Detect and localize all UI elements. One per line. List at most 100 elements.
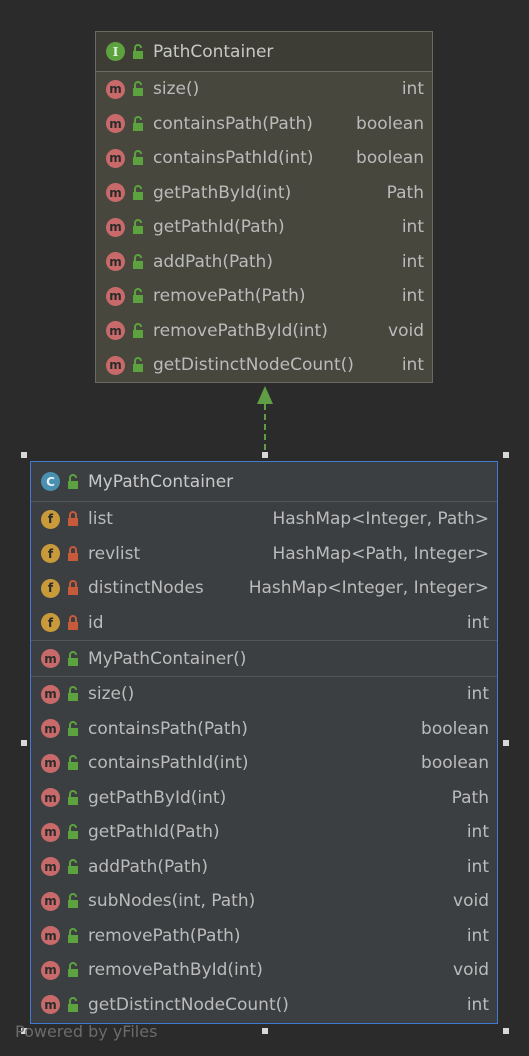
method-row[interactable]: m getPathById(int) Path	[96, 176, 432, 211]
return-type: boolean	[421, 753, 489, 774]
method-name: size()	[153, 79, 200, 100]
method-name: containsPath(Path)	[153, 113, 313, 134]
field-row[interactable]: f revlist HashMap<Path, Integer>	[31, 537, 497, 572]
method-name: containsPath(Path)	[88, 718, 248, 739]
method-row[interactable]: m containsPathId(int) boolean	[31, 746, 497, 781]
interface-header: I PathContainer	[96, 32, 432, 72]
method-icon: m	[106, 355, 125, 375]
resize-handle-top-right[interactable]	[503, 452, 509, 458]
return-type: Path	[386, 182, 424, 203]
resize-handle-bottom[interactable]	[262, 1028, 268, 1034]
method-row[interactable]: m getPathId(Path) int	[31, 815, 497, 850]
field-icon: f	[41, 613, 60, 633]
interface-icon: I	[106, 42, 125, 61]
method-icon: m	[41, 995, 60, 1015]
method-name: getPathId(Path)	[88, 822, 220, 843]
unlock-icon	[68, 686, 78, 702]
field-row[interactable]: f id int	[31, 606, 497, 641]
method-name: getDistinctNodeCount()	[88, 994, 289, 1015]
return-type: void	[388, 320, 424, 341]
method-icon: m	[106, 286, 125, 306]
resize-handle-right[interactable]	[503, 740, 509, 746]
return-type: int	[401, 79, 424, 100]
resize-handle-left[interactable]	[21, 740, 27, 746]
unlock-icon	[68, 473, 78, 489]
method-row[interactable]: m getPathById(int) Path	[31, 781, 497, 816]
interface-method-list: m size() int m containsPath(Path) boolean m con…	[96, 72, 432, 383]
method-row[interactable]: m size() int	[31, 677, 497, 712]
method-icon: m	[41, 857, 60, 877]
method-name: removePath(Path)	[153, 286, 306, 307]
return-type: boolean	[421, 718, 489, 739]
lock-icon	[68, 614, 78, 630]
field-type: HashMap<Integer, Path>	[272, 509, 489, 530]
interface-node-pathcontainer[interactable]: I PathContainer m size() int m containsPath(…	[95, 31, 433, 383]
method-icon: m	[41, 684, 60, 704]
class-icon: C	[41, 472, 60, 491]
method-icon: m	[106, 114, 125, 134]
field-row[interactable]: f list HashMap<Integer, Path>	[31, 502, 497, 537]
method-row[interactable]: m containsPath(Path) boolean	[96, 107, 432, 142]
method-row[interactable]: m subNodes(int, Path) void	[31, 884, 497, 919]
resize-handle-top[interactable]	[262, 452, 268, 458]
field-icon: f	[41, 509, 60, 529]
unlock-icon	[133, 43, 143, 59]
field-type: HashMap<Path, Integer>	[272, 543, 489, 564]
field-row[interactable]: f distinctNodes HashMap<Integer, Integer>	[31, 571, 497, 606]
method-icon: m	[41, 926, 60, 946]
return-type: boolean	[356, 113, 424, 134]
method-row[interactable]: m containsPathId(int) boolean	[96, 141, 432, 176]
lock-icon	[68, 545, 78, 561]
return-type: Path	[451, 787, 489, 808]
method-icon: m	[106, 183, 125, 203]
return-type: int	[466, 925, 489, 946]
return-type: int	[401, 355, 424, 376]
unlock-icon	[133, 288, 143, 304]
method-row[interactable]: m removePathById(int) void	[31, 953, 497, 988]
return-type: void	[453, 960, 489, 981]
method-row[interactable]: m addPath(Path) int	[31, 850, 497, 885]
method-row[interactable]: m getPathId(Path) int	[96, 210, 432, 245]
footer-watermark: Powered by yFiles	[15, 1022, 158, 1041]
return-type: int	[401, 217, 424, 238]
interface-title: PathContainer	[153, 41, 274, 62]
return-type: int	[466, 822, 489, 843]
method-row[interactable]: m getDistinctNodeCount() int	[31, 988, 497, 1023]
method-name: getPathById(int)	[153, 182, 292, 203]
method-row[interactable]: m removePath(Path) int	[31, 919, 497, 954]
unlock-icon	[133, 322, 143, 338]
field-icon: f	[41, 544, 60, 564]
field-type: HashMap<Integer, Integer>	[248, 578, 489, 599]
method-row[interactable]: m getDistinctNodeCount() int	[96, 348, 432, 383]
method-name: removePath(Path)	[88, 925, 241, 946]
method-name: size()	[88, 684, 135, 705]
arrow-head	[257, 386, 273, 404]
method-icon: m	[41, 649, 60, 668]
return-type: void	[453, 891, 489, 912]
return-type: int	[401, 286, 424, 307]
method-icon: m	[106, 217, 125, 237]
class-field-list: f list HashMap<Integer, Path> f revlist HashM…	[31, 502, 497, 640]
method-name: getDistinctNodeCount()	[153, 355, 354, 376]
field-icon: f	[41, 578, 60, 598]
lock-icon	[68, 580, 78, 596]
method-name: subNodes(int, Path)	[88, 891, 256, 912]
resize-handle-top-left[interactable]	[21, 452, 27, 458]
field-name: id	[88, 612, 104, 633]
method-name: getPathId(Path)	[153, 217, 285, 238]
realization-arrow	[257, 386, 273, 455]
return-type: int	[466, 994, 489, 1015]
method-name: getPathById(int)	[88, 787, 227, 808]
unlock-icon	[68, 650, 78, 666]
unlock-icon	[68, 789, 78, 805]
method-icon: m	[106, 252, 125, 272]
method-icon: m	[106, 321, 125, 341]
class-node-mypathcontainer[interactable]: C MyPathContainer f list HashMap<Integer, …	[30, 461, 498, 1024]
method-row[interactable]: m addPath(Path) int	[96, 245, 432, 280]
resize-handle-bottom-right[interactable]	[503, 1028, 509, 1034]
method-row[interactable]: m removePath(Path) int	[96, 279, 432, 314]
method-row[interactable]: m size() int	[96, 72, 432, 107]
constructor-row[interactable]: m MyPathContainer()	[31, 641, 497, 676]
method-row[interactable]: m removePathById(int) void	[96, 314, 432, 349]
method-row[interactable]: m containsPath(Path) boolean	[31, 712, 497, 747]
